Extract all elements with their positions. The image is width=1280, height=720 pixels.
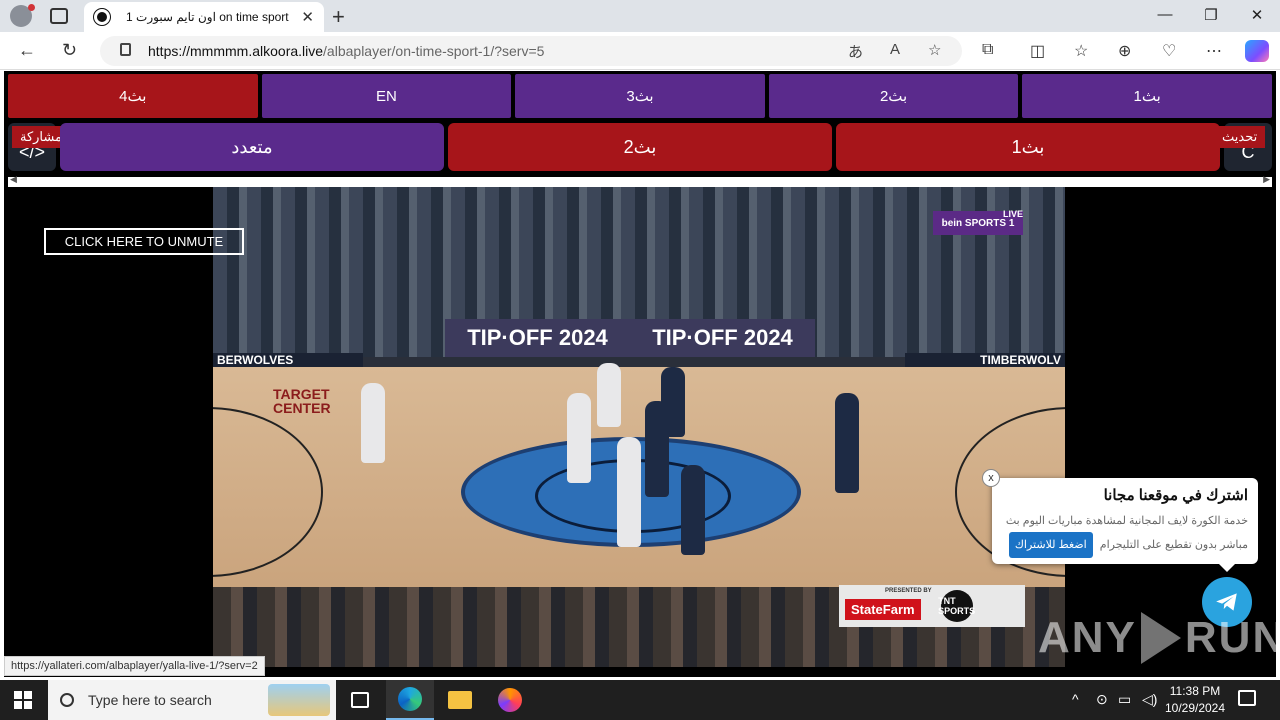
server-button-2[interactable]: بث2 — [768, 74, 1019, 118]
extensions-icon[interactable]: ⧉ — [982, 41, 993, 59]
taskbar-file-explorer[interactable] — [436, 680, 484, 720]
stream-buttons-row: </> مشاركة متعدد بث2 بث1 C تحديث — [8, 123, 1272, 173]
url-text[interactable]: https://mmmmm.alkoora.live/albaplayer/on… — [148, 43, 544, 59]
performance-icon[interactable]: ♡ — [1162, 41, 1176, 61]
server-button-en[interactable]: EN — [261, 74, 512, 118]
play-logo-icon — [1140, 612, 1181, 664]
tray-chevron-icon[interactable]: ^ — [1072, 691, 1079, 707]
favorite-star-icon[interactable]: ☆ — [928, 41, 941, 59]
player-figure — [597, 363, 621, 427]
page-content: بث4 EN بث3 بث2 بث1 </> مشاركة متعدد بث2 … — [0, 70, 1280, 680]
horizontal-scrollbar[interactable]: ◀ ▶ — [8, 174, 1272, 187]
stream-1-button[interactable]: بث1 — [836, 123, 1220, 171]
tray-app-icon[interactable]: ⊙ — [1096, 691, 1108, 708]
popup-text: خدمة الكورة لايف المجانية لمشاهدة مباريا… — [1002, 510, 1248, 558]
split-screen-icon[interactable]: ◫ — [1030, 41, 1045, 61]
favorites-icon[interactable]: ☆ — [1074, 41, 1088, 61]
server-button-3[interactable]: بث3 — [515, 74, 765, 118]
subscribe-popup: اشترك في موقعنا مجانا خدمة الكورة لايف ا… — [992, 478, 1258, 564]
copilot-icon[interactable] — [1245, 40, 1269, 62]
taskbar-clock[interactable]: 11:38 PM 10/29/2024 — [1162, 683, 1228, 717]
browser-titlebar: اون تايم سبورت 1 on time sport ✕ + — ❐ ✕ — [0, 0, 1280, 32]
video-player[interactable]: TIP·OFF 2024 TIP·OFF 2024 BERWOLVES TIMBE… — [4, 187, 1276, 677]
task-view-button[interactable] — [336, 680, 384, 720]
baseline-banner-left: BERWOLVES — [213, 353, 363, 367]
courtside-board: TIP·OFF 2024 TIP·OFF 2024 — [445, 319, 815, 357]
statefarm-logo: StateFarm — [845, 598, 921, 620]
maximize-button[interactable]: ❐ — [1188, 6, 1234, 24]
server-buttons-row: بث4 EN بث3 بث2 بث1 — [8, 74, 1272, 118]
soccer-ball-icon — [93, 8, 111, 26]
search-highlight-image — [268, 684, 330, 716]
windows-taskbar: Type here to search ^ ⊙ ▭ ◁) 11:38 PM 10… — [0, 680, 1280, 720]
sponsor-bug: PRESENTED BY StateFarm TNT SPORTS — [839, 585, 1025, 627]
volume-icon[interactable]: ◁) — [1142, 691, 1157, 708]
address-bar[interactable]: https://mmmmm.alkoora.live/albaplayer/on… — [100, 36, 962, 66]
baseline-banner-right: TIMBERWOLV — [905, 353, 1065, 367]
new-tab-button[interactable]: + — [332, 4, 345, 30]
player-figure — [567, 393, 591, 483]
player-figure — [681, 465, 705, 555]
firefox-icon — [498, 688, 522, 712]
popup-title: اشترك في موقعنا مجانا — [1103, 487, 1248, 504]
network-icon[interactable]: ▭ — [1118, 691, 1131, 708]
browser-tab-active[interactable]: اون تايم سبورت 1 on time sport ✕ — [84, 2, 324, 32]
translate-icon[interactable]: あ — [848, 41, 863, 62]
collections-icon[interactable]: ⊕ — [1118, 41, 1131, 61]
read-aloud-icon[interactable]: A — [890, 41, 900, 58]
scroll-left-icon[interactable]: ◀ — [10, 174, 17, 185]
tab-close-icon[interactable]: ✕ — [301, 8, 314, 26]
tnt-sports-logo: TNT SPORTS — [938, 590, 975, 622]
windows-start-icon[interactable] — [14, 691, 32, 709]
popup-pointer — [1219, 564, 1235, 572]
edge-icon — [398, 687, 422, 711]
search-icon — [60, 693, 74, 707]
taskbar-search-box[interactable]: Type here to search — [48, 680, 336, 720]
refresh-label: تحديث — [1214, 126, 1266, 148]
back-arrow-icon[interactable]: ← — [18, 40, 36, 61]
folder-icon — [448, 691, 472, 709]
refresh-icon[interactable]: ↻ — [62, 40, 77, 61]
taskbar-edge[interactable] — [386, 680, 434, 720]
player-frame: بث4 EN بث3 بث2 بث1 </> مشاركة متعدد بث2 … — [4, 71, 1276, 677]
player-figure — [661, 367, 685, 437]
player-figure — [361, 383, 385, 463]
taskbar-firefox[interactable] — [486, 680, 534, 720]
server-button-4[interactable]: بث4 — [8, 74, 258, 118]
video-frame: TIP·OFF 2024 TIP·OFF 2024 BERWOLVES TIMBE… — [213, 187, 1065, 667]
minimize-button[interactable]: — — [1142, 6, 1188, 23]
status-link-preview: https://yallateri.com/albaplayer/yalla-l… — [4, 656, 265, 676]
live-badge: LIVE — [1003, 209, 1024, 219]
anyrun-watermark: ANY RUN — [1038, 612, 1280, 664]
multi-stream-button[interactable]: متعدد — [60, 123, 444, 171]
lock-icon[interactable] — [120, 43, 131, 56]
player-figure — [835, 393, 859, 493]
popup-close-button[interactable]: x — [982, 469, 1000, 487]
browser-navbar: ← ↻ https://mmmmm.alkoora.live/albaplaye… — [0, 32, 1280, 70]
scroll-right-icon[interactable]: ▶ — [1263, 174, 1270, 185]
notifications-icon[interactable] — [1238, 690, 1256, 706]
close-window-button[interactable]: ✕ — [1234, 6, 1280, 24]
tab-title: اون تايم سبورت 1 on time sport — [126, 10, 289, 24]
subscribe-button[interactable]: اضغط للاشتراك — [1008, 532, 1093, 558]
task-view-icon — [351, 692, 369, 708]
unmute-button[interactable]: CLICK HERE TO UNMUTE — [44, 228, 244, 255]
server-button-1[interactable]: بث1 — [1022, 74, 1272, 118]
search-placeholder: Type here to search — [88, 692, 212, 708]
player-figure — [617, 437, 641, 547]
target-center-logo: TARGET CENTER — [273, 386, 331, 416]
more-menu-icon[interactable]: ⋯ — [1206, 41, 1222, 61]
stream-2-button[interactable]: بث2 — [448, 123, 832, 171]
profile-avatar-icon[interactable] — [10, 4, 35, 27]
tab-actions-icon[interactable] — [50, 8, 68, 24]
